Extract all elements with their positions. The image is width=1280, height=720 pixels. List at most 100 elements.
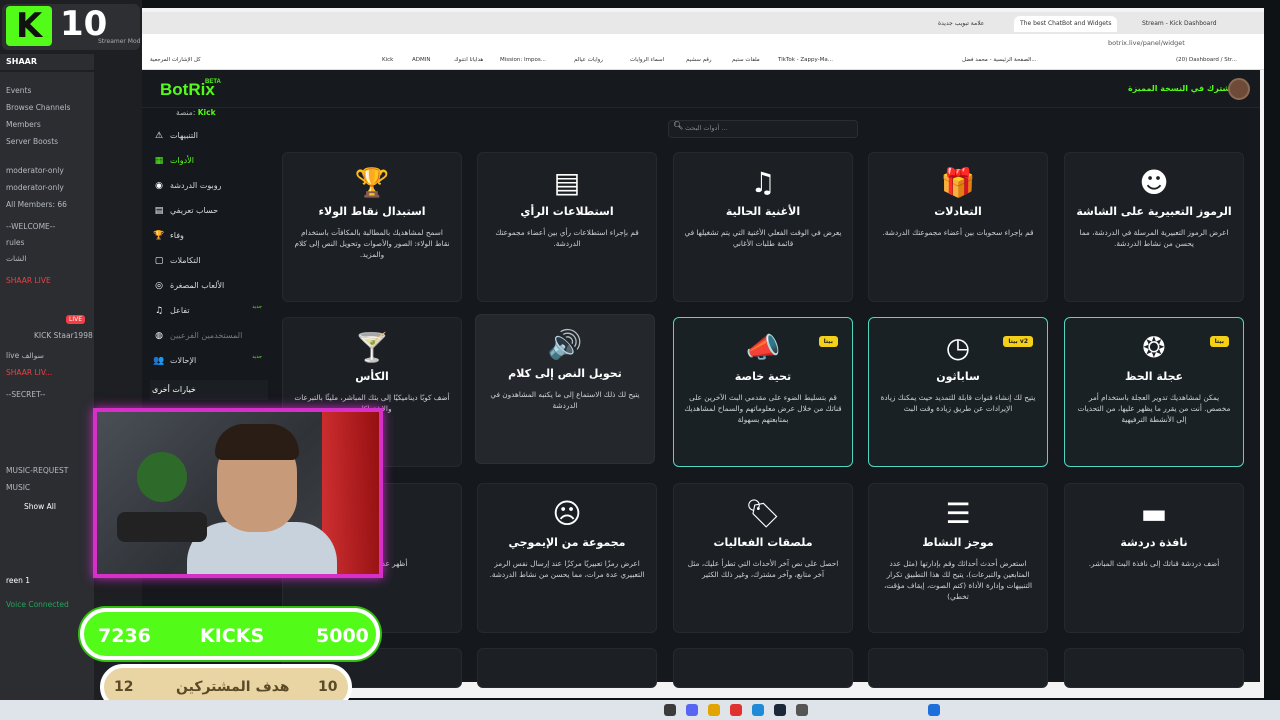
app-topbar [142,70,1260,108]
widget-card-partial[interactable] [477,648,657,688]
bookmark-item[interactable]: (20) Dashboard / Str... [1176,57,1237,63]
sidebar-item-loyalty[interactable]: 🏆 وفاء [150,226,268,246]
bookmark-item[interactable]: الصفحة الرئيسية - محمد فضل... [962,57,1037,63]
users-icon: 👥 [153,356,165,366]
bookmark-item[interactable]: TikTok - Zappy-Ma... [778,57,833,63]
widget-card-chat-box[interactable]: ▬ نافذة دردشة أضف دردشة قناتك إلى نافذة … [1064,483,1244,633]
discord-server-name[interactable]: SHAAR [0,54,94,70]
card-title: تحويل النص إلى كلام [508,367,622,380]
widget-card-shoutout[interactable]: بيتا 📣 تحية خاصة قم بتسليط الضوء على مقد… [673,317,853,467]
widget-card-wheel-of-fortune[interactable]: بيتا ❂ عجلة الحظ يمكن لمشاهديك تدوير الع… [1064,317,1244,467]
taskbar-app-icon[interactable] [708,704,720,716]
widget-card-tts[interactable]: 🔊 تحويل النص إلى كلام يتيح لك ذلك الاستم… [475,314,655,464]
channel-item[interactable]: moderator-only [6,183,88,192]
widget-card-event-labels[interactable]: 🏷 ملصقات الفعاليات احصل على نص آخر الأحد… [673,483,853,633]
wheel-icon: ❂ [1142,331,1166,364]
premium-link[interactable]: اشترك في النسخة المميزة [1128,84,1233,93]
url-text[interactable]: botrix.live/panel/widget [1108,39,1185,47]
channel-item[interactable]: MUSIC-REQUEST [6,466,88,475]
channel-item[interactable]: MUSIC [6,483,88,492]
sidebar-item-profile[interactable]: ▤ حساب تعريفي [150,201,268,221]
card-title: الأغنية الحالية [725,205,801,218]
channel-item[interactable]: Members [6,120,88,129]
sidebar-item-subusers[interactable]: ◍ المستخدمين الفرعيين [150,326,268,346]
channel-item[interactable]: live سوالف [6,351,88,360]
search-input[interactable]: أدوات البحث ... [668,120,858,138]
search-icon: 🔍︎ [673,121,684,130]
sidebar-item-label: تفاعل [170,306,190,315]
widget-card-current-song[interactable]: ♫ الأغنية الحالية يعرض في الوقت الفعلي ا… [673,152,853,302]
trophy-icon: 🏆 [153,231,165,241]
taskbar-app-icon[interactable] [796,704,808,716]
kicks-label: KICKS [200,625,265,647]
channel-item[interactable]: KICK Staar1998 [34,331,116,340]
widget-card-partial[interactable] [673,648,853,688]
sidebar-item-widgets[interactable]: ▦ الأدوات [150,151,268,171]
more-options[interactable]: خيارات أخرى [150,380,268,400]
plant [137,452,187,502]
kicks-goal-bar: 7236 KICKS 5000 [80,608,380,660]
taskbar-app-icon[interactable] [752,704,764,716]
browser-tab[interactable]: Stream - Kick Dashboard [1136,16,1223,32]
card-title: استبدال نقاط الولاء [318,205,426,218]
channel-item[interactable]: --WELCOME-- [6,222,88,231]
card-title: موجز النشاط [922,536,994,549]
bookmark-item[interactable]: هداياتا انتنوك [454,57,483,63]
kicks-goal: 5000 [316,625,369,647]
sidebar-item-integrations[interactable]: ▢ التكاملات [150,251,268,271]
card-title: الرموز التعبيرية على الشاشة [1076,205,1232,218]
bookmark-item[interactable]: ملفات ستيم [732,57,760,63]
channel-item[interactable]: rules [6,238,88,247]
channel-item[interactable]: moderator-only [6,166,88,175]
channel-item[interactable]: SHAAR LIVE [6,276,88,285]
sidebar-item-chatbot[interactable]: ◉ روبوت الدردشة [150,176,268,196]
channel-item[interactable]: Browse Channels [6,103,88,112]
bookmark-item[interactable]: رقم سشيم [686,57,712,63]
sidebar-item-interaction[interactable]: ♫ تفاعل جديد [150,301,268,321]
channel-item[interactable]: All Members: 66 [6,200,88,209]
taskbar-app-icon[interactable] [774,704,786,716]
sidebar-item-alerts[interactable]: ⚠ التنبيهات [150,126,268,146]
sidebar-item-minigames[interactable]: ◎ الألعاب المصغرة [150,276,268,296]
sidebar-item-referrals[interactable]: 👥 الإحالات جديد [150,351,268,371]
widget-card-subathon[interactable]: بيتا v2 ◷ ساباثون يتيح لك إنشاء قنوات قا… [868,317,1048,467]
kicks-current: 7236 [98,625,151,647]
widget-card-activity-feed[interactable]: ☰ موجز النشاط استعرض أحدث أحداثك وقم بإد… [868,483,1048,633]
bookmark-item[interactable]: Mission: Impos... [500,57,546,63]
widget-card-partial[interactable] [868,648,1048,688]
browser-tab-bar: علامة تبويب جديدة The best ChatBot and W… [142,12,1264,34]
widget-card-emotes-on-screen[interactable]: ☻ الرموز التعبيرية على الشاشة اعرض الرمو… [1064,152,1244,302]
subs-label: هدف المشتركين [176,679,290,695]
browser-tab[interactable]: علامة تبويب جديدة [932,16,990,32]
widget-card-polls[interactable]: ▤ استطلاعات الرأي قم بإجراء استطلاعات رأ… [477,152,657,302]
avatar[interactable] [1228,78,1250,100]
cocktail-icon: 🍸 [354,331,390,364]
widget-card-loyalty-redeem[interactable]: 🏆 استبدال نقاط الولاء اسمح لمشاهديك بالم… [282,152,462,302]
bookmark-item[interactable]: روايات عيالم [574,57,603,63]
card-description: اسمح لمشاهديك بالمطالبة بالمكافآت باستخد… [294,228,450,259]
bookmark-item[interactable]: Kick [382,57,393,63]
taskbar-app-icon[interactable] [664,704,676,716]
subs-goal: 10 [318,679,338,695]
bookmark-item[interactable]: اسماء الروايات [630,57,664,63]
browser-tab-active[interactable]: The best ChatBot and Widgets [1014,16,1118,32]
platform-indicator: منصة: Kick [176,108,216,117]
sidebar-item-label: الألعاب المصغرة [170,281,225,290]
grid-icon: ▦ [154,156,164,166]
card-description: يتيح لك إنشاء قنوات قابلة للتمديد حيث يم… [880,393,1036,413]
widget-card-emote-combo[interactable]: ☹ مجموعة من الإيموجي اعرض رمزًا تعبيريًا… [477,483,657,633]
microphone [117,512,207,542]
channel-item[interactable]: SHAAR LIV... [6,368,88,377]
bookmark-item[interactable]: كل الإشارات المرجعية [150,57,201,63]
channel-item[interactable]: Server Boosts [6,137,88,146]
widget-card-partial[interactable] [1064,648,1244,688]
channel-item[interactable]: الشات [6,254,88,263]
channel-item[interactable]: --SECRET-- [6,390,88,399]
widget-card-giveaways[interactable]: 🎁 التعادلات قم بإجراء سحوبات بين أعضاء م… [868,152,1048,302]
address-bar[interactable]: botrix.live/panel/widget [142,34,1264,52]
start-icon[interactable] [928,704,940,716]
channel-item[interactable]: Events [6,86,88,95]
taskbar-app-icon[interactable] [686,704,698,716]
bookmark-item[interactable]: ADMIN [412,57,430,63]
taskbar-app-icon[interactable] [730,704,742,716]
